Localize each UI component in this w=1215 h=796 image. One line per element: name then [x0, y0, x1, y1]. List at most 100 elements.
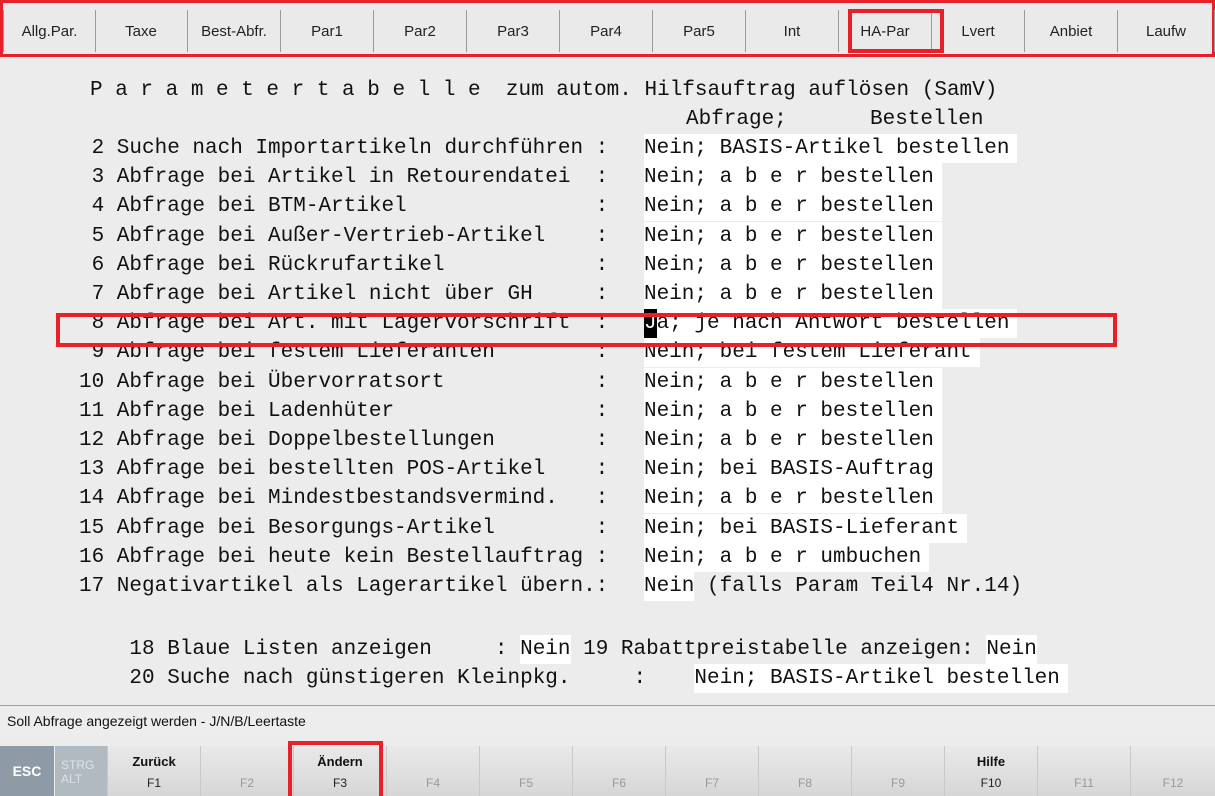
fkey-f3-button[interactable]: Ändern F3: [293, 746, 386, 796]
fkey-label: [480, 754, 572, 776]
param-answer-field[interactable]: Nein; bei festem Lieferant: [644, 338, 980, 368]
param-row: 5 Abfrage bei Außer-Vertrieb-Artikel : Ne…: [0, 221, 942, 251]
param-label: 8 Abfrage bei Art. mit Lagervorschrift :: [79, 312, 609, 336]
fkey-label: [387, 754, 479, 776]
param-row: 2 Suche nach Importartikeln durchführen …: [0, 134, 1018, 163]
fkey-f8-button[interactable]: F8: [758, 746, 851, 796]
param-label: 16 Abfrage bei heute kein Bestellauftrag…: [79, 545, 609, 569]
param-answer-field[interactable]: Nein; a b e r bestellen: [644, 221, 942, 251]
fkey-key-name: F10: [980, 776, 1002, 790]
param-answer-field[interactable]: Nein; a b e r bestellen: [644, 426, 942, 455]
param-label: 13 Abfrage bei bestellten POS-Artikel :: [79, 458, 609, 482]
param-answer-field[interactable]: Nein; BASIS-Artikel bestellen: [694, 664, 1068, 693]
fkey-f1-button[interactable]: Zurück F1: [107, 746, 200, 796]
tab-best-abfr[interactable]: Best-Abfr.: [188, 10, 281, 52]
param-label: 7 Abfrage bei Artikel nicht über GH :: [79, 283, 609, 306]
param-answer-field[interactable]: Nein; a b e r bestellen: [644, 280, 942, 309]
tab-taxe[interactable]: Taxe: [95, 10, 188, 52]
fkey-key-name: F6: [611, 776, 626, 790]
param-answer-field[interactable]: Nein; bei BASIS-Lieferant: [644, 513, 968, 543]
param-row: 13 Abfrage bei bestellten POS-Artikel : N…: [0, 455, 942, 485]
fkey-f11-button[interactable]: F11: [1037, 746, 1130, 796]
param-label: 14 Abfrage bei Mindestbestandsvermind. :: [79, 487, 609, 511]
fkey-label: [1131, 754, 1215, 776]
fkey-label: [666, 754, 758, 776]
tab-allg-par[interactable]: Allg.Par.: [3, 10, 96, 52]
fkey-label: [573, 754, 665, 776]
alt-label: ALT: [61, 772, 83, 786]
fkey-key-name: F9: [890, 776, 905, 790]
param-row: 15 Abfrage bei Besorgungs-Artikel : Nein;…: [0, 513, 968, 543]
param-label: 20 Suche nach günstigeren Kleinpkg. :: [129, 667, 647, 690]
param-row: 11 Abfrage bei Ladenhüter : Nein; a b e r…: [0, 396, 942, 426]
fkey-label: [1038, 754, 1130, 776]
param-answer-field[interactable]: Nein; a b e r bestellen: [644, 396, 942, 426]
fkey-key-name: F4: [425, 776, 440, 790]
param-row: 10 Abfrage bei Übervorratsort : Nein; a b…: [0, 367, 942, 397]
fkey-f4-button[interactable]: F4: [386, 746, 479, 796]
fkey-key-name: F1: [146, 776, 161, 790]
tab-par3[interactable]: Par3: [467, 10, 560, 52]
param-answer-text: a; je nach Antwort bestellen: [656, 312, 1010, 336]
tab-par4[interactable]: Par4: [560, 10, 653, 52]
param-answer-field[interactable]: Nein; a b e r bestellen: [644, 192, 942, 222]
strg-label: STRG: [61, 758, 95, 772]
param-label: 9 Abfrage bei festem Lieferanten :: [79, 341, 609, 365]
parameter-table: P a r a m e t e r t a b e l l e zum auto…: [0, 57, 1215, 695]
param-answer-field[interactable]: Nein; a b e r bestellen: [644, 250, 942, 280]
param-note: (falls Param Teil4 Nr.14): [694, 575, 1023, 598]
param-row-20: 20 Suche nach günstigeren Kleinpkg. : Nei…: [0, 635, 1068, 693]
fkey-f5-button[interactable]: F5: [479, 746, 572, 796]
param-answer-field[interactable]: Nein; BASIS-Artikel bestellen: [644, 134, 1018, 163]
text-cursor: J: [644, 309, 657, 339]
status-line: Soll Abfrage angezeigt werden - J/N/B/Le…: [0, 705, 1215, 735]
param-answer-field[interactable]: Nein; bei BASIS-Auftrag: [644, 455, 942, 485]
fkey-key-name: F7: [704, 776, 719, 790]
param-label: 17 Negativartikel als Lagerartikel übern…: [79, 575, 609, 598]
tab-anbiet[interactable]: Anbiet: [1025, 10, 1118, 52]
param-answer-field[interactable]: Nein; a b e r bestellen: [644, 484, 942, 514]
param-label: 6 Abfrage bei Rückrufartikel :: [79, 253, 609, 277]
fkey-key-name: F8: [797, 776, 812, 790]
param-row: 4 Abfrage bei BTM-Artikel : Nein; a b e r…: [0, 192, 942, 222]
fkey-label: [201, 754, 293, 776]
tab-par1[interactable]: Par1: [281, 10, 374, 52]
table-title: P a r a m e t e r t a b e l l e zum auto…: [90, 79, 998, 102]
param-answer-field[interactable]: Ja; je nach Antwort bestellen: [644, 309, 1018, 339]
param-answer-field[interactable]: Nein: [644, 572, 695, 601]
fkey-label: [759, 754, 851, 776]
tab-lvert[interactable]: Lvert: [932, 10, 1025, 52]
tab-par2[interactable]: Par2: [374, 10, 467, 52]
param-row: 6 Abfrage bei Rückrufartikel : Nein; a b …: [0, 250, 942, 280]
fkey-key-name: F12: [1162, 776, 1184, 790]
param-row: 7 Abfrage bei Artikel nicht über GH : Nei…: [0, 280, 942, 309]
param-answer-field[interactable]: Nein; a b e r umbuchen: [644, 542, 930, 572]
param-answer-field[interactable]: Nein; a b e r bestellen: [644, 163, 942, 193]
param-label: 3 Abfrage bei Artikel in Retourendatei :: [79, 166, 609, 190]
param-row: 14 Abfrage bei Mindestbestandsvermind. :…: [0, 484, 942, 514]
fkey-f10-button[interactable]: Hilfe F10: [944, 746, 1037, 796]
param-row-18-19: 18 Blaue Listen anzeigen : Nein 19 Rabat…: [0, 606, 1037, 664]
tab-laufw[interactable]: Laufw: [1118, 10, 1215, 52]
tab-ha-par[interactable]: HA-Par: [839, 10, 932, 52]
fkey-key-name: F11: [1074, 776, 1094, 790]
fkey-key-name: F3: [332, 776, 347, 790]
function-key-bar: ESC STRG ALT Zurück F1 F2 Ändern F3 F4 F5 F6 F7 F…: [0, 738, 1215, 796]
fkey-f9-button[interactable]: F9: [851, 746, 944, 796]
fkey-f7-button[interactable]: F7: [665, 746, 758, 796]
param-row: 8 Abfrage bei Art. mit Lagervorschrift :…: [0, 309, 1018, 339]
param-answer-field[interactable]: Nein; a b e r bestellen: [644, 367, 942, 397]
fkey-label: [852, 754, 944, 776]
fkey-f6-button[interactable]: F6: [572, 746, 665, 796]
tab-par5[interactable]: Par5: [653, 10, 746, 52]
strg-alt-indicator: STRG ALT: [55, 746, 107, 796]
param-row: 16 Abfrage bei heute kein Bestellauftrag…: [0, 542, 930, 572]
esc-button[interactable]: ESC: [0, 746, 54, 796]
param-label: 12 Abfrage bei Doppelbestellungen :: [79, 429, 609, 452]
tab-int[interactable]: Int: [746, 10, 839, 52]
fkey-f2-button[interactable]: F2: [200, 746, 293, 796]
column-header-abfrage: Abfrage;: [686, 108, 787, 131]
param-label: 10 Abfrage bei Übervorratsort :: [79, 370, 609, 394]
param-label: 4 Abfrage bei BTM-Artikel :: [79, 195, 609, 219]
fkey-f12-button[interactable]: F12: [1130, 746, 1215, 796]
